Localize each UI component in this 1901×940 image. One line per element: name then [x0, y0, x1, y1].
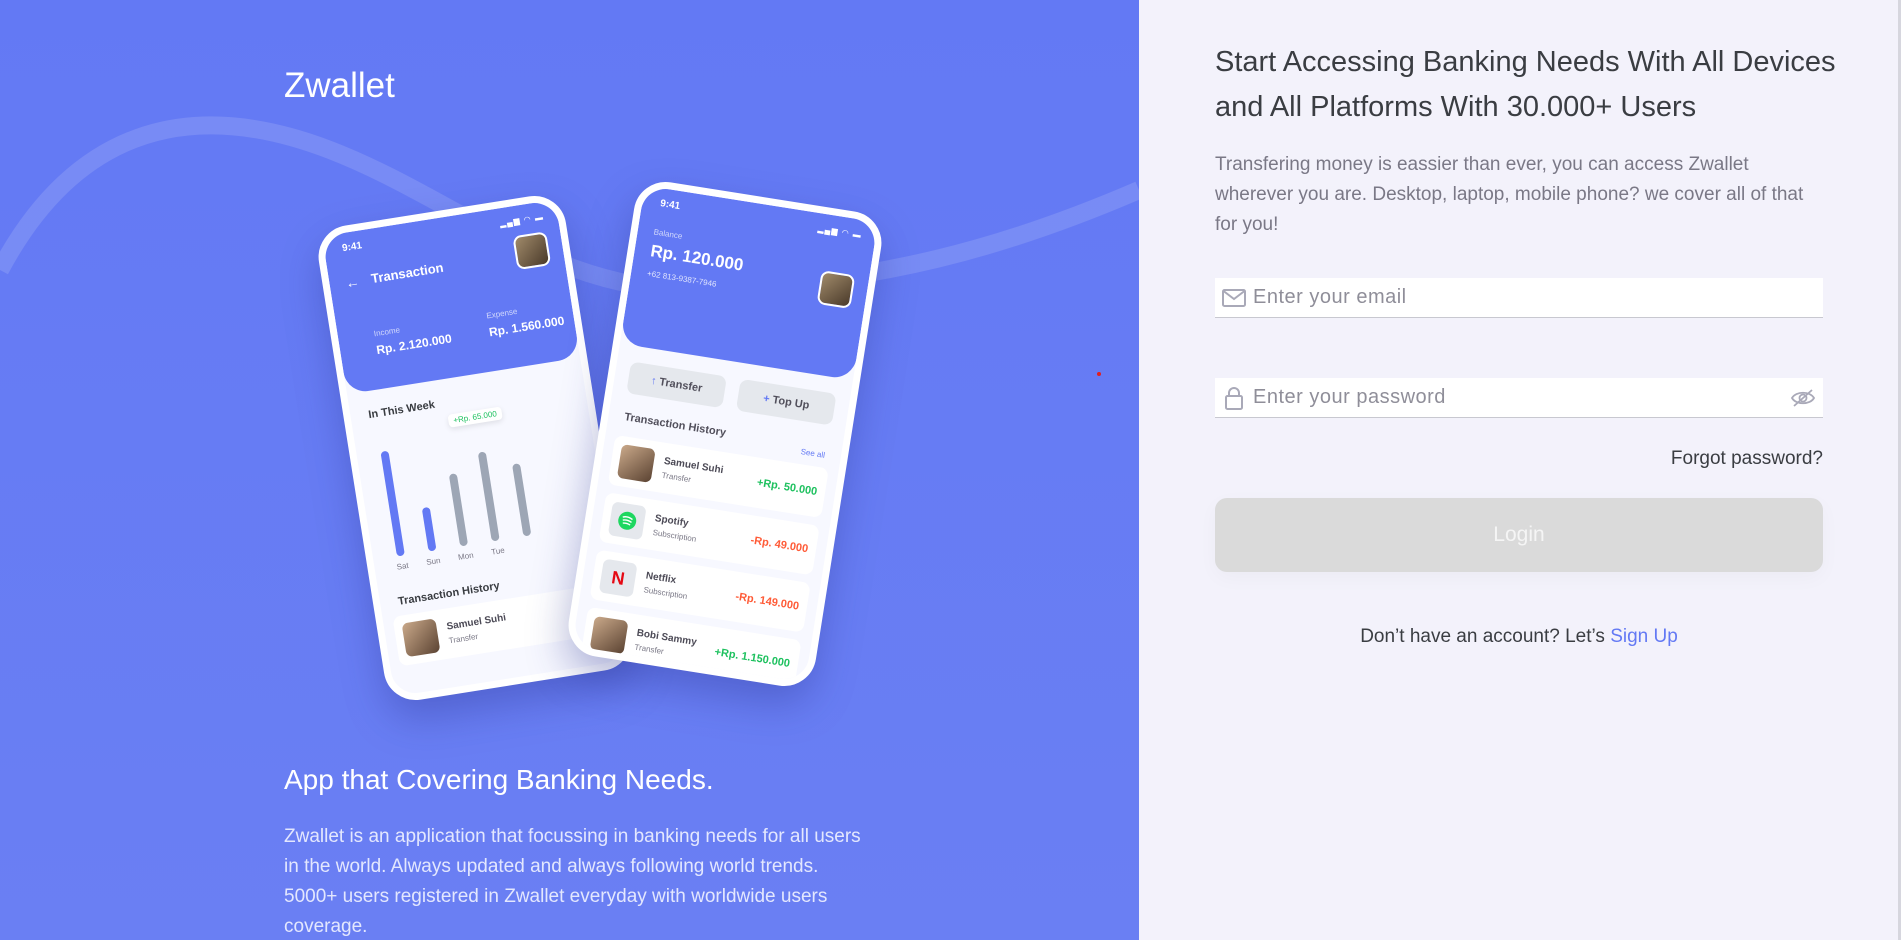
lock-icon — [1215, 386, 1253, 410]
chart-bar — [448, 473, 469, 547]
spotify-icon — [607, 501, 647, 541]
tx-amount: +Rp. 1.150.000 — [713, 646, 791, 670]
day-label: Tue — [490, 545, 506, 557]
page-title: Start Accessing Banking Needs With All D… — [1215, 46, 1836, 123]
tx-amount: -Rp. 49.000 — [749, 534, 809, 556]
avatar-icon — [616, 444, 656, 483]
signup-prefix: Don’t have an account? Let’s — [1360, 626, 1611, 647]
avatar-icon — [589, 615, 629, 655]
signal-icon: ▂▄▆ ◠ ▬ — [499, 212, 545, 229]
expense-label: Expense — [485, 306, 518, 321]
see-all-link: See all — [800, 447, 826, 460]
avatar — [512, 231, 552, 271]
tx-amount: -Rp. 149.000 — [734, 590, 800, 613]
cursor-dot — [1097, 372, 1101, 376]
day-label: Mon — [457, 550, 475, 562]
phone-number: +62 813-9387-7946 — [646, 268, 718, 289]
signup-prompt: Don’t have an account? Let’s Sign Up — [1215, 626, 1823, 648]
transaction-list: Samuel Suhi Transfer +Rp. 50.000 Spotify Sub… — [571, 433, 839, 690]
transfer-button: ↑ Transfer — [626, 361, 728, 409]
chart-bar — [477, 451, 500, 542]
day-label: Sun — [425, 555, 442, 567]
signup-link[interactable]: Sign Up — [1610, 626, 1678, 647]
status-time: 9:41 — [341, 240, 363, 255]
eye-crossed-icon[interactable] — [1783, 388, 1823, 408]
plus-icon: + — [762, 392, 771, 406]
page-subtitle: Transfering money is eassier than ever, … — [1215, 154, 1804, 235]
balance-label: Balance — [653, 227, 684, 241]
login-button[interactable]: Login — [1215, 498, 1823, 572]
phone-mockup-home: 9:41 ▂▄▆ ◠ ▬ Balance Rp. 120.000 +62 813… — [563, 177, 887, 691]
hero-panel: Zwallet 9:41 ▂▄▆ ◠ ▬ ← Transaction Incom… — [0, 0, 1139, 940]
email-input[interactable] — [1253, 286, 1823, 309]
status-time: 9:41 — [659, 198, 681, 213]
chart-bar — [380, 450, 405, 557]
login-panel: Start Accessing Banking Needs With All D… — [1139, 0, 1901, 940]
chart-bar — [421, 506, 437, 552]
back-arrow-icon: ← — [344, 273, 361, 292]
phone-title: Transaction — [370, 259, 445, 287]
income-label: Income — [373, 325, 401, 339]
mail-icon — [1215, 288, 1253, 307]
email-field — [1215, 278, 1823, 318]
topup-button: + Top Up — [735, 378, 837, 426]
avatar — [816, 270, 856, 310]
day-label: Sat — [395, 560, 410, 572]
signal-icon: ▂▄▆ ◠ ▬ — [817, 224, 863, 240]
phone-mockups: 9:41 ▂▄▆ ◠ ▬ ← Transaction Income Rp. 2.… — [300, 177, 900, 720]
forgot-password-link[interactable]: Forgot password? — [1671, 448, 1823, 470]
password-input[interactable] — [1253, 386, 1783, 409]
brand-logo: Zwallet — [284, 66, 395, 105]
netflix-icon: N — [598, 558, 638, 598]
avatar-icon — [401, 618, 441, 658]
arrow-up-icon: ↑ — [649, 374, 658, 388]
chart-bar — [512, 463, 532, 537]
tx-amount: +Rp. 50.000 — [756, 476, 818, 499]
password-field — [1215, 378, 1823, 418]
hero-tagline: App that Covering Banking Needs. — [284, 764, 714, 795]
hero-description: Zwallet is an application that focussing… — [284, 826, 861, 937]
